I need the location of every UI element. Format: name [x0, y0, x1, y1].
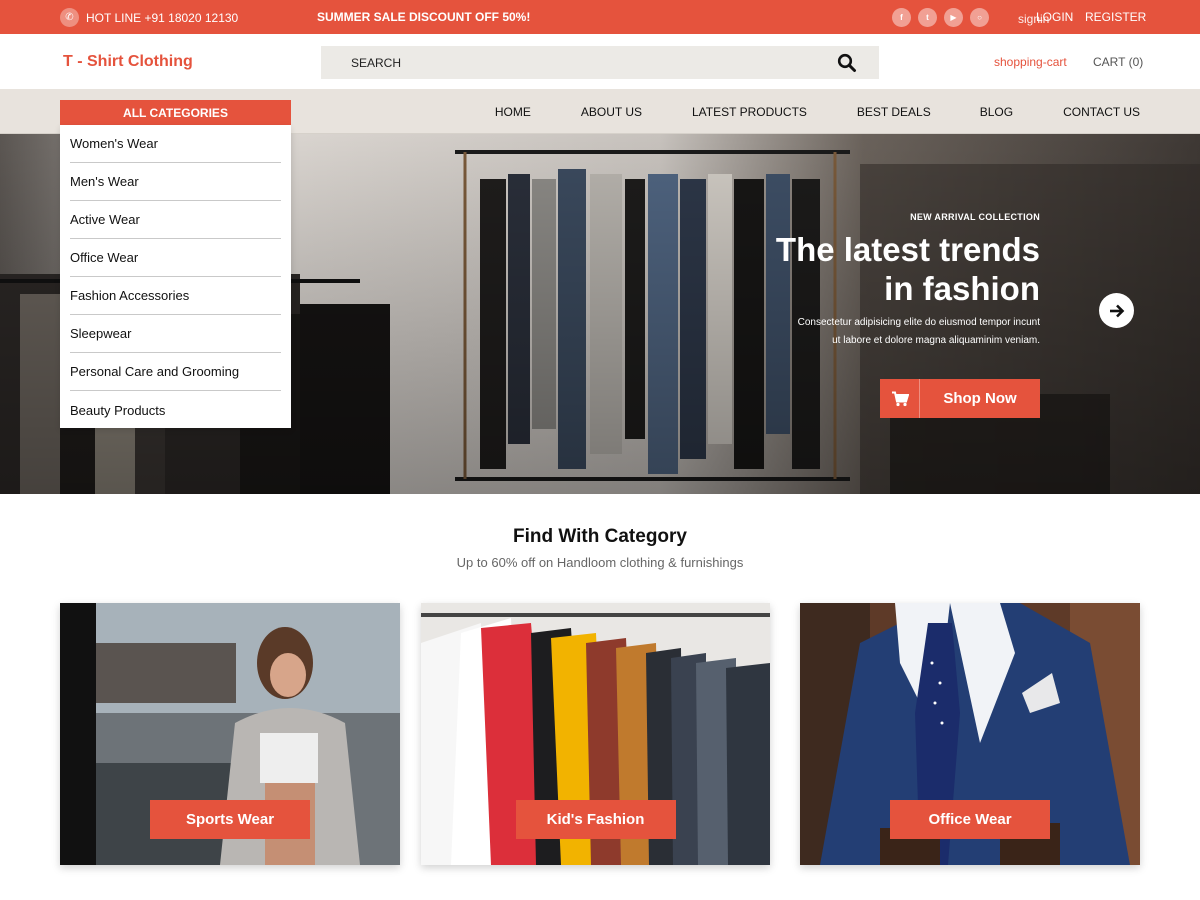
arrow-right-icon[interactable] [1099, 293, 1134, 328]
login-link[interactable]: LOGIN [1036, 10, 1073, 24]
hotline-text: HOT LINE +91 18020 12130 [86, 10, 239, 25]
nav-blog[interactable]: BLOG [980, 105, 1013, 119]
section-subtitle: Up to 60% off on Handloom clothing & fur… [456, 555, 744, 570]
shopping-cart-icon[interactable]: shopping-cart [994, 55, 1067, 69]
category-item[interactable]: Office Wear [70, 239, 281, 277]
search-icon[interactable] [837, 53, 857, 73]
category-item[interactable]: Sleepwear [70, 315, 281, 353]
top-bar: ✆ HOT LINE +91 18020 12130 SUMMER SALE D… [0, 0, 1200, 34]
hero-title-line-2: in fashion [884, 270, 1040, 307]
category-item[interactable]: Personal Care and Grooming [70, 353, 281, 391]
instagram-icon[interactable]: ○ [970, 8, 989, 27]
cart-link[interactable]: CART (0) [1093, 55, 1143, 69]
register-link[interactable]: REGISTER [1085, 10, 1146, 24]
search-bar [321, 46, 879, 79]
hero-text: NEW ARRIVAL COLLECTION The latest trends… [776, 212, 1040, 350]
office-wear-button[interactable]: Office Wear [890, 800, 1050, 839]
social-links: f t ▶ ○ [892, 8, 989, 27]
nav-home[interactable]: HOME [495, 105, 531, 119]
sale-banner-text: SUMMER SALE DISCOUNT OFF 50%! [317, 10, 531, 24]
hero-subtitle-line-2: ut labore et dolore magna aliquaminim ve… [832, 335, 1040, 346]
twitter-icon[interactable]: t [918, 8, 937, 27]
shop-now-label: Shop Now [920, 379, 1040, 418]
youtube-icon[interactable]: ▶ [944, 8, 963, 27]
category-item[interactable]: Women's Wear [70, 125, 281, 163]
category-item[interactable]: Beauty Products [70, 391, 281, 429]
phone-icon: ✆ [60, 8, 79, 27]
sports-wear-button[interactable]: Sports Wear [150, 800, 310, 839]
nav-contact-us[interactable]: CONTACT US [1063, 105, 1140, 119]
category-card-sports-wear[interactable]: Sports Wear [60, 603, 400, 865]
hero-title-line-1: The latest trends [775, 231, 1040, 268]
nav-about-us[interactable]: ABOUT US [581, 105, 642, 119]
category-card-kids-fashion[interactable]: Kid's Fashion [421, 603, 770, 865]
nav-latest-products[interactable]: LATEST PRODUCTS [692, 105, 807, 119]
hotline: ✆ HOT LINE +91 18020 12130 [60, 8, 238, 27]
all-categories-button[interactable]: ALL CATEGORIES [60, 100, 291, 125]
hero-subtitle: Consectetur adipisicing elite do eiusmod… [776, 314, 1040, 350]
hero-title: The latest trends in fashion [776, 230, 1040, 308]
section-title: Find With Category [513, 526, 687, 547]
shop-now-button[interactable]: Shop Now [880, 379, 1040, 418]
cart-icon [880, 379, 920, 418]
site-logo[interactable]: T - Shirt Clothing [63, 53, 193, 71]
kids-fashion-button[interactable]: Kid's Fashion [515, 800, 676, 839]
nav-best-deals[interactable]: BEST DEALS [857, 105, 931, 119]
category-item[interactable]: Men's Wear [70, 163, 281, 201]
categories-dropdown: Women's Wear Men's Wear Active Wear Offi… [60, 125, 291, 428]
search-input[interactable] [321, 46, 801, 79]
facebook-icon[interactable]: f [892, 8, 911, 27]
hero-kicker: NEW ARRIVAL COLLECTION [910, 212, 1040, 222]
category-item[interactable]: Fashion Accessories [70, 277, 281, 315]
category-card-office-wear[interactable]: Office Wear [800, 603, 1140, 865]
category-item[interactable]: Active Wear [70, 201, 281, 239]
hero-subtitle-line-1: Consectetur adipisicing elite do eiusmod… [797, 317, 1040, 328]
